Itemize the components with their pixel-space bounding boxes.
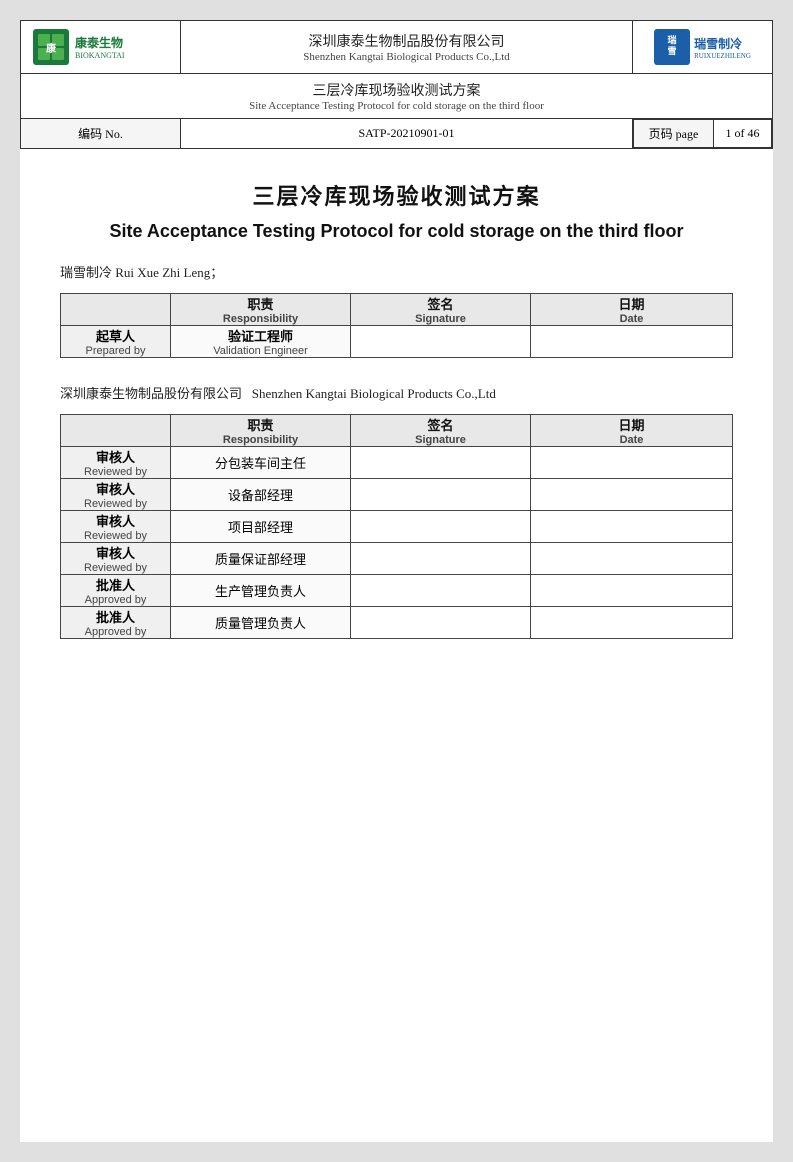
table2-sign4 xyxy=(351,543,531,575)
table1-col-role xyxy=(61,294,171,326)
table2-resp3: 项目部经理 xyxy=(171,511,351,543)
company1-en: Rui Xue Zhi Leng； xyxy=(115,265,223,280)
main-title-en: Site Acceptance Testing Protocol for col… xyxy=(60,221,733,242)
ruixue-cn-text: 瑞雪制冷 xyxy=(694,35,742,52)
biokangtai-text: 康泰生物 BIOKANGTAI xyxy=(75,34,125,60)
table2-col-sign: 签名 Signature xyxy=(351,415,531,447)
page: 康 康泰生物 BIOKANGTAI 深圳康泰生物制品股份有限公司 Shenzhe… xyxy=(20,20,773,1142)
page-value: 1 of 46 xyxy=(714,120,772,148)
no-value: SATP-20210901-01 xyxy=(181,119,633,149)
table2-row5: 批准人 Approved by 生产管理负责人 xyxy=(61,575,733,607)
company-name-en: Shenzhen Kangtai Biological Products Co.… xyxy=(191,51,622,63)
table1-col-date: 日期 Date xyxy=(531,294,733,326)
table2-resp1: 分包装车间主任 xyxy=(171,447,351,479)
table1-role-cell: 起草人 Prepared by xyxy=(61,326,171,358)
ruixue-icon: 瑞 雪 xyxy=(654,29,690,65)
ruixue-text: 瑞雪制冷 RUIXUEZHILENG xyxy=(694,35,751,60)
table2-sign2 xyxy=(351,479,531,511)
company2-cn: 深圳康泰生物制品股份有限公司 xyxy=(60,386,242,401)
main-title-cn: 三层冷库现场验收测试方案 xyxy=(60,179,733,211)
table1-sign-cell xyxy=(351,326,531,358)
ruixue-logo: 瑞 雪 瑞雪制冷 RUIXUEZHILENG xyxy=(643,29,762,65)
biokangtai-cn-text: 康泰生物 xyxy=(75,34,123,51)
table1-date-cell xyxy=(531,326,733,358)
logo-right-cell: 瑞 雪 瑞雪制冷 RUIXUEZHILENG xyxy=(633,21,773,74)
company2-en: Shenzhen Kangtai Biological Products Co.… xyxy=(252,386,496,401)
table2-col-role xyxy=(61,415,171,447)
no-label: 编码 No. xyxy=(21,119,181,149)
table2-row6: 批准人 Approved by 质量管理负责人 xyxy=(61,607,733,639)
table2-col-resp: 职责 Responsibility xyxy=(171,415,351,447)
table2-date2 xyxy=(531,479,733,511)
table2-resp2: 设备部经理 xyxy=(171,479,351,511)
table2-row4: 审核人 Reviewed by 质量保证部经理 xyxy=(61,543,733,575)
doc-title-en: Site Acceptance Testing Protocol for col… xyxy=(27,100,766,112)
svg-text:瑞: 瑞 xyxy=(668,34,677,45)
company2-line: 深圳康泰生物制品股份有限公司 Shenzhen Kangtai Biologic… xyxy=(60,383,733,402)
table2-role2: 审核人 Reviewed by xyxy=(61,479,171,511)
table2-sign6 xyxy=(351,607,531,639)
table1-col-resp: 职责 Responsibility xyxy=(171,294,351,326)
logo-left-cell: 康 康泰生物 BIOKANGTAI xyxy=(21,21,181,74)
doc-title-cn: 三层冷库现场验收测试方案 xyxy=(27,80,766,100)
table2-sign1 xyxy=(351,447,531,479)
header-table: 康 康泰生物 BIOKANGTAI 深圳康泰生物制品股份有限公司 Shenzhe… xyxy=(20,20,773,149)
biokangtai-icon: 康 xyxy=(33,29,69,65)
main-content: 三层冷库现场验收测试方案 Site Acceptance Testing Pro… xyxy=(20,149,773,684)
table2-row1: 审核人 Reviewed by 分包装车间主任 xyxy=(61,447,733,479)
table2-role5: 批准人 Approved by xyxy=(61,575,171,607)
table2-row2: 审核人 Reviewed by 设备部经理 xyxy=(61,479,733,511)
table2: 职责 Responsibility 签名 Signature 日期 Date 审… xyxy=(60,414,733,639)
table2-resp5: 生产管理负责人 xyxy=(171,575,351,607)
table2-role1: 审核人 Reviewed by xyxy=(61,447,171,479)
table2-date6 xyxy=(531,607,733,639)
table2-sign3 xyxy=(351,511,531,543)
company-name-cn: 深圳康泰生物制品股份有限公司 xyxy=(191,31,622,51)
table2-role3: 审核人 Reviewed by xyxy=(61,511,171,543)
table2-row3: 审核人 Reviewed by 项目部经理 xyxy=(61,511,733,543)
header-center-cell: 深圳康泰生物制品股份有限公司 Shenzhen Kangtai Biologic… xyxy=(181,21,633,74)
company1-line: 瑞雪制冷 Rui Xue Zhi Leng； xyxy=(60,262,733,281)
table2-col-date: 日期 Date xyxy=(531,415,733,447)
table2-date5 xyxy=(531,575,733,607)
table2-date3 xyxy=(531,511,733,543)
table1-row1: 起草人 Prepared by 验证工程师 Validation Enginee… xyxy=(61,326,733,358)
table2-role4: 审核人 Reviewed by xyxy=(61,543,171,575)
svg-text:康: 康 xyxy=(46,42,57,55)
company1-cn: 瑞雪制冷 xyxy=(60,265,112,280)
table2-date1 xyxy=(531,447,733,479)
table2-resp6: 质量管理负责人 xyxy=(171,607,351,639)
page-label: 页码 page xyxy=(634,120,714,148)
table2-role6: 批准人 Approved by xyxy=(61,607,171,639)
biokangtai-logo: 康 康泰生物 BIOKANGTAI xyxy=(33,29,168,65)
ruixue-en-text: RUIXUEZHILENG xyxy=(694,52,751,60)
table2-sign5 xyxy=(351,575,531,607)
biokangtai-en-text: BIOKANGTAI xyxy=(75,51,125,60)
svg-text:雪: 雪 xyxy=(668,45,677,56)
table1-resp-cell: 验证工程师 Validation Engineer xyxy=(171,326,351,358)
table1: 职责 Responsibility 签名 Signature 日期 Date 起… xyxy=(60,293,733,358)
table2-date4 xyxy=(531,543,733,575)
table2-resp4: 质量保证部经理 xyxy=(171,543,351,575)
table1-col-sign: 签名 Signature xyxy=(351,294,531,326)
